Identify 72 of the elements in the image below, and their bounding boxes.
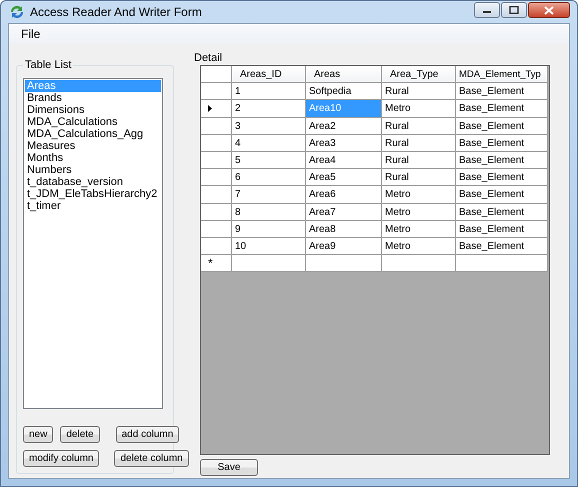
table-cell: Base_Element — [456, 134, 548, 152]
table-cell: Base_Element — [456, 186, 548, 204]
table-cell: Base_Element — [456, 169, 548, 186]
minimize-button[interactable] — [474, 2, 500, 18]
table-cell: Metro — [382, 186, 456, 204]
action-button[interactable]: delete column — [114, 450, 189, 467]
table-cell: Rural — [382, 152, 456, 170]
table-cell: Rural — [382, 83, 456, 100]
app-icon — [9, 4, 25, 20]
maximize-button[interactable] — [501, 2, 527, 18]
table-cell: Base_Element — [456, 204, 548, 221]
table-cell: 6 — [232, 169, 306, 186]
table-cell: 4 — [232, 134, 306, 152]
table-cell: Area8 — [306, 220, 382, 238]
column-header[interactable]: Area_Type — [382, 66, 456, 84]
list-item[interactable]: Brands — [25, 92, 161, 104]
table-cell: Rural — [382, 134, 456, 152]
table-cell: 3 — [232, 118, 306, 135]
table-cell: Area2 — [306, 118, 382, 135]
table-listbox[interactable]: Areas Brands Dimensions MDA_Calculations MDA_Calculations_Agg Measures Months Numbers t_database_version t_JDM_EleTabsHierarchy2 t_timer — [23, 78, 163, 409]
table-cell: Metro — [382, 204, 456, 221]
table-cell: Area5 — [306, 169, 382, 186]
save-button[interactable]: Save — [200, 459, 258, 476]
column-header[interactable]: MDA_Element_Typ — [456, 66, 548, 84]
table-cell: 1 — [232, 83, 306, 100]
list-item[interactable]: MDA_Calculations — [25, 116, 161, 128]
table-cell: 5 — [232, 152, 306, 170]
table-cell: Rural — [382, 169, 456, 186]
action-button[interactable]: delete — [60, 426, 100, 443]
list-item[interactable]: t_timer — [25, 200, 161, 212]
table-cell: Softpedia — [306, 83, 382, 100]
table-cell: Area3 — [306, 134, 382, 152]
table-cell: Area6 — [306, 186, 382, 204]
table-cell: Area10 — [306, 100, 382, 118]
list-item[interactable]: Dimensions — [25, 104, 161, 116]
table-cell: 7 — [232, 186, 306, 204]
list-item[interactable]: Measures — [25, 140, 161, 152]
list-item[interactable]: MDA_Calculations_Agg — [25, 128, 161, 140]
new-row-icon: * — [208, 254, 213, 272]
table-cell: Metro — [382, 100, 456, 118]
column-header[interactable]: Areas_ID — [232, 66, 306, 84]
action-button[interactable]: add column — [116, 426, 180, 443]
table-cell: Base_Element — [456, 220, 548, 238]
table-cell: Base_Element — [456, 118, 548, 135]
window-title: Access Reader And Writer Form — [30, 4, 202, 21]
table-cell: Metro — [382, 238, 456, 256]
table-cell: Metro — [382, 220, 456, 238]
table-cell: Area4 — [306, 152, 382, 170]
close-icon — [544, 6, 554, 14]
list-item[interactable]: t_JDM_EleTabsHierarchy2 — [25, 188, 161, 200]
table-cell: Base_Element — [456, 100, 548, 118]
action-button[interactable]: new — [23, 426, 54, 443]
column-header[interactable]: Areas — [306, 66, 382, 84]
maximize-icon — [509, 6, 519, 14]
table-cell: Base_Element — [456, 83, 548, 100]
list-item[interactable]: Months — [25, 152, 161, 164]
table-cell: 9 — [232, 220, 306, 238]
list-item[interactable]: t_database_version — [25, 176, 161, 188]
current-row-icon — [208, 104, 212, 112]
table-cell: Rural — [382, 118, 456, 135]
table-cell: Base_Element — [456, 152, 548, 170]
action-button[interactable]: modify column — [23, 450, 100, 467]
table-cell: 8 — [232, 204, 306, 221]
row-header[interactable] — [201, 100, 232, 118]
table-cell: 2 — [232, 100, 306, 118]
table-cell: Area9 — [306, 238, 382, 256]
list-item[interactable]: Numbers — [25, 164, 161, 176]
menu-item[interactable]: File — [17, 25, 44, 43]
table-cell: Base_Element — [456, 238, 548, 256]
close-button[interactable] — [528, 2, 570, 18]
table-cell: 10 — [232, 238, 306, 256]
table-cell: Area7 — [306, 204, 382, 221]
